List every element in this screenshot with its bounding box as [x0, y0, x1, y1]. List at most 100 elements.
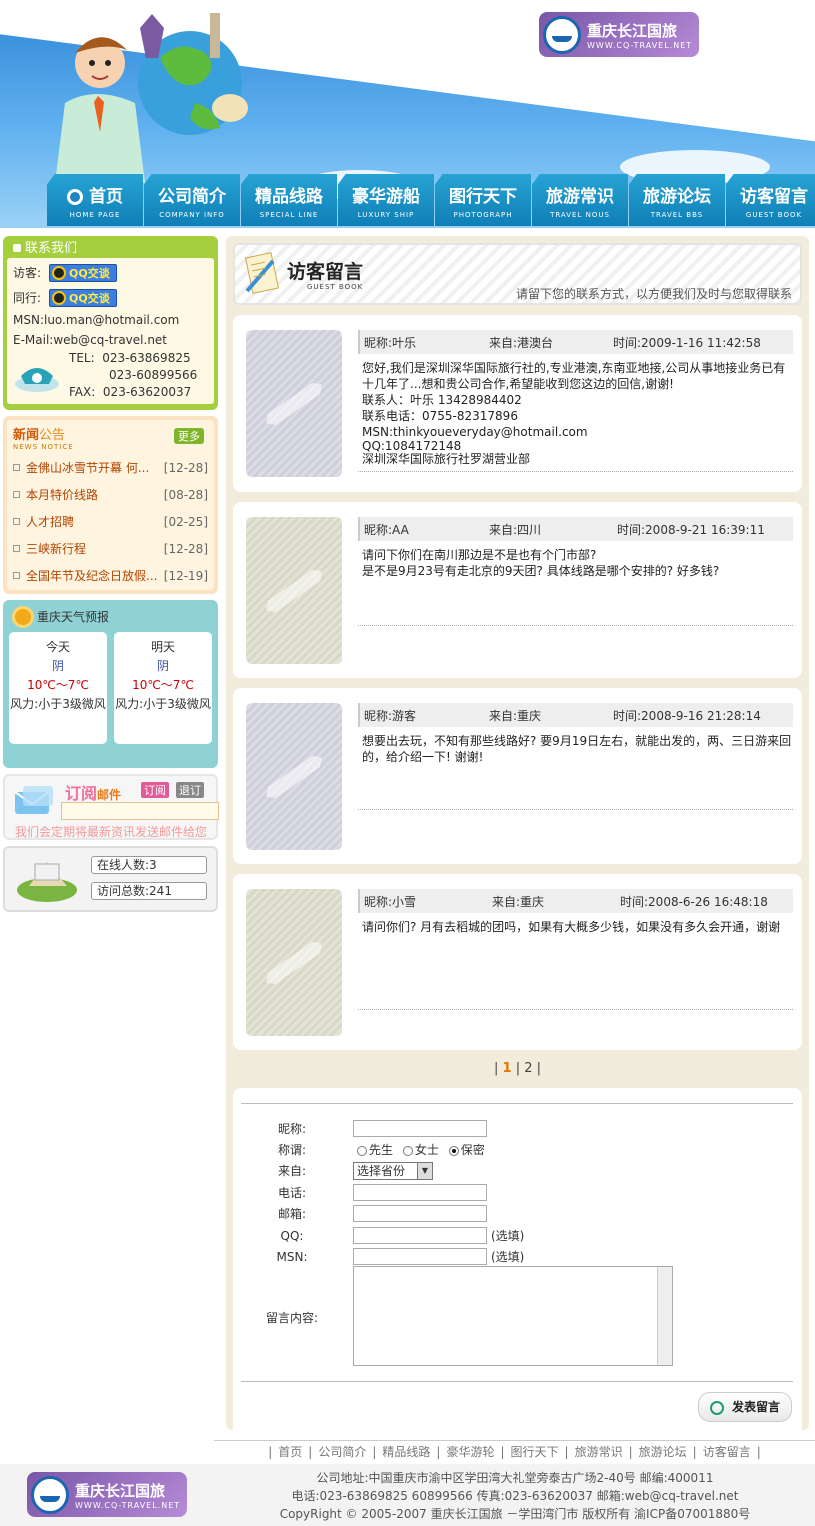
message-body: 想要出去玩，不知有那些线路好? 要9月19日左右，就能出发的，两、三日游来回的，…: [362, 734, 792, 764]
footer-logo[interactable]: 重庆长江国旅 WWW.CQ-TRAVEL.NET: [27, 1472, 187, 1517]
nav-luxury-ship[interactable]: 豪华游船 LUXURY SHIP: [338, 174, 434, 226]
fax-number: 023-63620037: [102, 385, 192, 399]
radio-mr[interactable]: [357, 1145, 367, 1156]
page-1[interactable]: 1: [503, 1061, 512, 1076]
radio-secret[interactable]: [448, 1145, 459, 1156]
bullet-icon: [13, 572, 20, 579]
phone-input[interactable]: [353, 1184, 487, 1201]
bullet-icon: [13, 518, 20, 525]
news-item[interactable]: 本月特价线路 [08-28]: [13, 481, 208, 508]
footer-link[interactable]: 首页: [278, 1445, 302, 1459]
tel-1: 023-63869825: [102, 351, 191, 365]
ship-logo-icon: [31, 1475, 69, 1514]
footer-link[interactable]: 旅游常识: [575, 1445, 623, 1459]
page-title: 访客留言: [287, 261, 364, 283]
guest-message: 昵称:AA 来自:四川 时间:2008-9-21 16:39:11 请问下你们在南川…: [233, 502, 802, 678]
news-box: 新闻公告 NEWS NOTICE 更多 金佛山冰雪节开幕 何... [12-28]…: [3, 416, 218, 594]
nav-home[interactable]: 首页 HOME PAGE: [47, 174, 143, 226]
message-header: 昵称:小雪 来自:重庆 时间:2008-6-26 16:48:18: [358, 889, 793, 913]
message-body: 请问下你们在南川那边是不是也有个门市部? 是不是9月23号有走北京的9天团? 具…: [362, 548, 720, 578]
divider: [241, 1381, 793, 1382]
subscribe-box: 订阅邮件 订阅 退订 我们会定期将最新资讯发送邮件给您: [3, 774, 219, 840]
footer-contact: 电话:023-63869825 60899566 传真:023-63620037…: [291, 1489, 739, 1503]
nav-photograph[interactable]: 图行天下 PHOTOGRAPH: [435, 174, 531, 226]
qq-chat-button-visitor[interactable]: QQ交谈: [49, 263, 117, 282]
nav-special-line[interactable]: 精品线路 SPECIAL LINE: [241, 174, 337, 226]
visit-total: 访问总数:241: [91, 882, 207, 900]
weather-today: 今天 阴 10℃～7℃ 风力:小于3级微风: [9, 632, 107, 744]
stats-box: 在线人数:3 访问总数:241: [3, 846, 218, 912]
footer-info: 公司地址:中国重庆市渝中区学田湾大礼堂旁泰古广场2-40号 邮编:400011 …: [255, 1469, 775, 1523]
sun-icon: [15, 609, 31, 625]
subscribe-email-input[interactable]: [61, 802, 219, 820]
dropdown-arrow-icon: ▼: [417, 1163, 432, 1179]
avatar-placeholder: [246, 517, 342, 664]
message-body: 请问你们? 月有去稻城的团吗，如果有大概多少钱，如果没有多久会开通，谢谢: [362, 920, 781, 934]
qq-input[interactable]: [353, 1227, 487, 1244]
province-select[interactable]: 选择省份 ▼: [353, 1162, 433, 1180]
footer-link[interactable]: 图行天下: [511, 1445, 559, 1459]
avatar-placeholder: [246, 889, 342, 1036]
contact-box: 联系我们 访客: QQ交谈 同行: QQ交谈 MSN:luo.man@hotmail…: [3, 236, 218, 410]
message-body: 您好,我们是深圳深华国际旅行社的,专业港澳,东南亚地接,公司从事地接业务已有十几…: [362, 361, 786, 466]
nav-travel-nous[interactable]: 旅游常识 TRAVEL NOUS: [532, 174, 628, 226]
subscribe-button[interactable]: 订阅: [141, 782, 169, 798]
msn-input[interactable]: [353, 1248, 487, 1265]
bullet-icon: [13, 491, 20, 498]
logo-name: 重庆长江国旅: [587, 21, 678, 40]
message-textarea[interactable]: [353, 1266, 673, 1366]
footer-link[interactable]: 公司简介: [318, 1445, 366, 1459]
main-nav: 首页 HOME PAGE 公司简介 COMPANY INFO 精品线路 SPECIAL…: [47, 174, 815, 226]
divider: [358, 625, 793, 626]
radio-ms[interactable]: [402, 1145, 413, 1156]
divider: [358, 471, 793, 472]
pagination: | 1 | 2 |: [493, 1061, 542, 1076]
submit-message-button[interactable]: 发表留言: [698, 1392, 792, 1422]
msn-contact: MSN:luo.man@hotmail.com: [13, 313, 180, 327]
visitor-label: 访客:: [13, 266, 42, 280]
footer-address: 公司地址:中国重庆市渝中区学田湾大礼堂旁泰古广场2-40号 邮编:400011: [316, 1471, 714, 1485]
notebook-icon: [244, 252, 280, 294]
unsubscribe-button[interactable]: 退订: [176, 782, 204, 798]
bullet-icon: [13, 545, 20, 552]
guest-message: 昵称:游客 来自:重庆 时间:2008-9-16 21:28:14 想要出去玩，不知…: [233, 688, 802, 864]
divider: [358, 1009, 793, 1010]
news-item[interactable]: 全国年节及纪念日放假... [12-19]: [13, 562, 208, 589]
news-item[interactable]: 金佛山冰雪节开幕 何... [12-28]: [13, 454, 208, 481]
online-count: 在线人数:3: [91, 856, 207, 874]
ship-logo-icon: [543, 15, 581, 54]
email-input[interactable]: [353, 1205, 487, 1222]
page-2[interactable]: 2: [524, 1061, 532, 1076]
qq-chat-button-peer[interactable]: QQ交谈: [49, 288, 117, 307]
avatar-placeholder: [246, 703, 342, 850]
page-tip: 请留下您的联系方式，以方便我们及时与您取得联系: [515, 287, 792, 301]
mail-icon: [14, 786, 53, 814]
news-more-button[interactable]: 更多: [174, 428, 204, 444]
footer-link[interactable]: 访客留言: [703, 1445, 751, 1459]
site-logo[interactable]: 重庆长江国旅 WWW.CQ-TRAVEL.NET: [539, 12, 699, 57]
peer-label: 同行:: [13, 291, 42, 305]
qq-penguin-icon: [52, 265, 67, 280]
tel-label: TEL:: [69, 351, 95, 365]
message-header: 昵称:叶乐 来自:港澳台 时间:2009-1-16 11:42:58: [358, 330, 793, 354]
footer-link[interactable]: 精品线路: [382, 1445, 430, 1459]
nav-company-info[interactable]: 公司简介 COMPANY INFO: [144, 174, 240, 226]
nickname-input[interactable]: [353, 1120, 487, 1137]
divider: [358, 809, 793, 810]
contact-title: 联系我们: [7, 240, 214, 258]
nav-travel-bbs[interactable]: 旅游论坛 TRAVEL BBS: [629, 174, 725, 226]
left-sidebar: 联系我们 访客: QQ交谈 同行: QQ交谈 MSN:luo.man@hotmail…: [3, 236, 219, 918]
email-contact: E-Mail:web@cq-travel.net: [13, 333, 168, 347]
bullet-icon: [13, 464, 20, 471]
footer-copyright: CopyRight © 2005-2007 重庆长江国旅 －学田湾门市 版权所有…: [279, 1507, 751, 1521]
nav-guest-book[interactable]: 访客留言 GUEST BOOK: [726, 174, 815, 226]
news-item[interactable]: 三峡新行程 [12-28]: [13, 535, 208, 562]
guestbook-form: 昵称: 称谓: 先生 女士 保密 来自: 选择省份 ▼ 电话: 邮箱: QQ: (选…: [233, 1088, 802, 1444]
footer-link[interactable]: 豪华游轮: [446, 1445, 494, 1459]
footer-link[interactable]: 旅游论坛: [639, 1445, 687, 1459]
guest-message: 昵称:小雪 来自:重庆 时间:2008-6-26 16:48:18 请问你们? 月有…: [233, 874, 802, 1050]
scrollbar[interactable]: [657, 1267, 672, 1365]
news-item[interactable]: 人才招聘 [02-25]: [13, 508, 208, 535]
guest-message: 昵称:叶乐 来自:港澳台 时间:2009-1-16 11:42:58 您好,我们是深…: [233, 315, 802, 492]
main-content: 访客留言 GUEST BOOK 请留下您的联系方式，以方便我们及时与您取得联系 …: [226, 236, 809, 1444]
